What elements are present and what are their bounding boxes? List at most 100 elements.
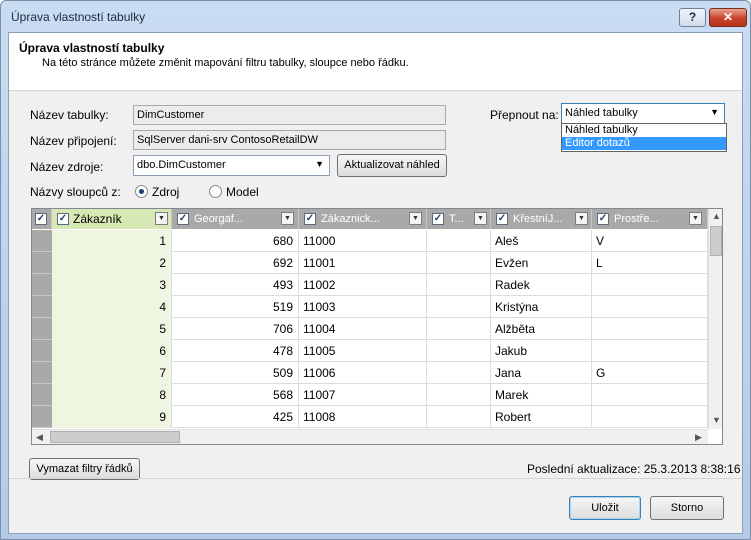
column-checkbox[interactable]: ✓ xyxy=(597,213,609,225)
table-cell[interactable] xyxy=(427,274,491,296)
table-cell[interactable]: 11005 xyxy=(299,340,427,362)
table-cell[interactable] xyxy=(427,318,491,340)
table-cell[interactable]: Alžběta xyxy=(491,318,592,340)
filter-dropdown-icon[interactable]: ▼ xyxy=(474,212,487,225)
column-header-1[interactable]: ✓ Zákazník ▼ xyxy=(52,209,172,229)
row-header[interactable] xyxy=(32,384,52,406)
table-cell[interactable] xyxy=(427,384,491,406)
table-row[interactable]: 4 519 11003 Kristýna xyxy=(32,296,708,318)
table-cell[interactable]: 11002 xyxy=(299,274,427,296)
table-cell[interactable]: 2 xyxy=(52,252,172,274)
scroll-left-icon[interactable]: ◀ xyxy=(36,432,43,443)
table-cell[interactable]: 11008 xyxy=(299,406,427,428)
title-bar[interactable]: Úprava vlastností tabulky ? ✕ xyxy=(1,1,750,31)
cancel-button[interactable]: Storno xyxy=(650,496,724,520)
table-cell[interactable]: 11000 xyxy=(299,230,427,252)
column-header-4[interactable]: ✓ T... ▼ xyxy=(427,209,491,229)
table-cell[interactable] xyxy=(427,406,491,428)
select-all-header[interactable]: ✓ xyxy=(32,209,52,229)
table-cell[interactable]: 11006 xyxy=(299,362,427,384)
table-cell[interactable] xyxy=(592,406,708,428)
table-row[interactable]: 9 425 11008 Robert xyxy=(32,406,708,428)
filter-dropdown-icon[interactable]: ▼ xyxy=(409,212,422,225)
table-cell[interactable]: V xyxy=(592,230,708,252)
radio-model[interactable] xyxy=(209,185,222,198)
row-header[interactable] xyxy=(32,296,52,318)
table-cell[interactable]: 9 xyxy=(52,406,172,428)
select-all-checkbox[interactable]: ✓ xyxy=(35,213,47,225)
table-cell[interactable]: 425 xyxy=(172,406,299,428)
clear-row-filters-button[interactable]: Vymazat filtry řádků xyxy=(29,458,140,480)
table-cell[interactable]: G xyxy=(592,362,708,384)
save-button[interactable]: Uložit xyxy=(569,496,641,520)
filter-dropdown-icon[interactable]: ▼ xyxy=(689,212,702,225)
table-cell[interactable] xyxy=(427,230,491,252)
column-header-5[interactable]: ✓ KřestníJ... ▼ xyxy=(491,209,592,229)
column-checkbox[interactable]: ✓ xyxy=(57,213,69,225)
source-name-combo[interactable]: dbo.DimCustomer ▼ xyxy=(133,155,330,176)
table-cell[interactable]: 509 xyxy=(172,362,299,384)
radio-source[interactable] xyxy=(135,185,148,198)
table-row[interactable]: 8 568 11007 Marek xyxy=(32,384,708,406)
column-checkbox[interactable]: ✓ xyxy=(177,213,189,225)
filter-dropdown-icon[interactable]: ▼ xyxy=(575,212,588,225)
table-cell[interactable]: 706 xyxy=(172,318,299,340)
table-cell[interactable]: Evžen xyxy=(491,252,592,274)
column-checkbox[interactable]: ✓ xyxy=(304,213,316,225)
table-row[interactable]: 1 680 11000 Aleš V xyxy=(32,230,708,252)
table-cell[interactable]: L xyxy=(592,252,708,274)
table-row[interactable]: 7 509 11006 Jana G xyxy=(32,362,708,384)
connection-name-field[interactable]: SqlServer dani-srv ContosoRetailDW xyxy=(133,130,446,150)
table-cell[interactable]: 11001 xyxy=(299,252,427,274)
table-cell[interactable]: Marek xyxy=(491,384,592,406)
table-cell[interactable]: 692 xyxy=(172,252,299,274)
row-header[interactable] xyxy=(32,252,52,274)
table-cell[interactable]: 568 xyxy=(172,384,299,406)
row-header[interactable] xyxy=(32,340,52,362)
scroll-down-icon[interactable]: ▼ xyxy=(712,415,721,425)
table-name-field[interactable]: DimCustomer xyxy=(133,105,446,125)
table-cell[interactable]: 6 xyxy=(52,340,172,362)
row-header[interactable] xyxy=(32,318,52,340)
table-cell[interactable] xyxy=(592,274,708,296)
table-cell[interactable]: 5 xyxy=(52,318,172,340)
table-cell[interactable]: 4 xyxy=(52,296,172,318)
table-cell[interactable] xyxy=(592,296,708,318)
table-cell[interactable]: 478 xyxy=(172,340,299,362)
column-checkbox[interactable]: ✓ xyxy=(496,213,508,225)
refresh-preview-button[interactable]: Aktualizovat náhled xyxy=(337,154,447,177)
table-cell[interactable]: 3 xyxy=(52,274,172,296)
help-button[interactable]: ? xyxy=(679,8,706,27)
option-query-editor[interactable]: Editor dotazů xyxy=(562,137,726,150)
row-header[interactable] xyxy=(32,362,52,384)
table-cell[interactable] xyxy=(592,318,708,340)
option-table-preview[interactable]: Náhled tabulky xyxy=(562,124,726,137)
column-header-2[interactable]: ✓ Georgaf... ▼ xyxy=(172,209,299,229)
horizontal-scroll-thumb[interactable] xyxy=(50,431,180,443)
vertical-scroll-thumb[interactable] xyxy=(710,226,722,256)
table-cell[interactable]: Jakub xyxy=(491,340,592,362)
column-header-3[interactable]: ✓ Zákaznick... ▼ xyxy=(299,209,427,229)
table-cell[interactable] xyxy=(427,340,491,362)
table-cell[interactable]: 11004 xyxy=(299,318,427,340)
table-row[interactable]: 6 478 11005 Jakub xyxy=(32,340,708,362)
close-button[interactable]: ✕ xyxy=(709,8,747,27)
column-header-6[interactable]: ✓ Prostře... ▼ xyxy=(592,209,708,229)
table-cell[interactable]: 493 xyxy=(172,274,299,296)
table-cell[interactable]: Aleš xyxy=(491,230,592,252)
table-row[interactable]: 3 493 11002 Radek xyxy=(32,274,708,296)
scroll-right-icon[interactable]: ▶ xyxy=(695,432,702,443)
table-cell[interactable] xyxy=(592,384,708,406)
table-row[interactable]: 5 706 11004 Alžběta xyxy=(32,318,708,340)
table-cell[interactable]: 8 xyxy=(52,384,172,406)
table-cell[interactable] xyxy=(427,362,491,384)
table-cell[interactable]: Jana xyxy=(491,362,592,384)
table-cell[interactable]: 7 xyxy=(52,362,172,384)
filter-dropdown-icon[interactable]: ▼ xyxy=(155,212,168,225)
horizontal-scrollbar[interactable]: ◀ ▶ xyxy=(32,429,708,444)
row-header[interactable] xyxy=(32,274,52,296)
scroll-up-icon[interactable]: ▲ xyxy=(712,211,721,221)
vertical-scrollbar[interactable]: ▲ ▼ xyxy=(708,209,722,429)
row-header[interactable] xyxy=(32,406,52,428)
table-cell[interactable]: Radek xyxy=(491,274,592,296)
